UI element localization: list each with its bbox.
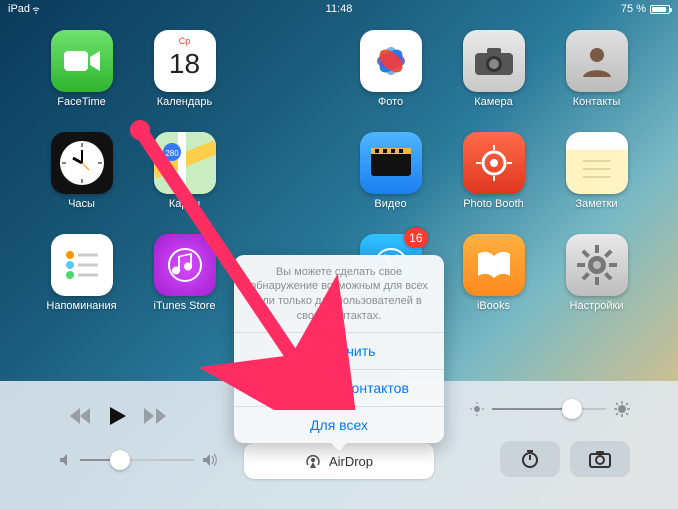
app-settings[interactable]: Настройки <box>545 234 648 312</box>
app-label: Камера <box>474 96 512 108</box>
media-transport <box>70 407 166 425</box>
badge-count: 16 <box>404 228 427 248</box>
volume-low-icon <box>58 453 72 467</box>
photobooth-icon <box>463 132 525 194</box>
airdrop-popover: Вы можете сделать свое обнаружение возмо… <box>234 255 444 443</box>
app-label: Настройки <box>570 300 624 312</box>
app-videos[interactable]: Видео <box>339 132 442 210</box>
airdrop-label: AirDrop <box>329 454 373 469</box>
brightness-low-icon <box>470 402 484 416</box>
clock-icon <box>51 132 113 194</box>
app-label: Заметки <box>575 198 617 210</box>
airdrop-icon <box>305 453 321 469</box>
camera-button[interactable] <box>570 441 630 477</box>
next-track-button[interactable] <box>144 408 166 424</box>
popover-message: Вы можете сделать свое обнаружение возмо… <box>234 255 444 332</box>
airdrop-option-everyone[interactable]: Для всех <box>234 406 444 443</box>
app-calendar[interactable]: Ср 18 Календарь <box>133 30 236 108</box>
airdrop-option-off[interactable]: Выключить <box>234 332 444 369</box>
svg-text:280: 280 <box>165 149 179 158</box>
app-notes[interactable]: Заметки <box>545 132 648 210</box>
app-facetime[interactable]: FaceTime <box>30 30 133 108</box>
app-clock[interactable]: Часы <box>30 132 133 210</box>
brightness-high-icon <box>614 401 630 417</box>
videos-icon <box>360 132 422 194</box>
clock-time: 11:48 <box>0 3 678 15</box>
contacts-icon <box>566 30 628 92</box>
app-label: iBooks <box>477 300 510 312</box>
app-label: Photo Booth <box>463 198 524 210</box>
calendar-weekday: Ср <box>154 36 216 46</box>
app-itunes[interactable]: iTunes Store <box>133 234 236 312</box>
volume-slider[interactable] <box>58 453 218 467</box>
battery-icon <box>650 5 670 14</box>
app-maps[interactable]: 280 Карты <box>133 132 236 210</box>
play-button[interactable] <box>110 407 126 425</box>
camera-icon <box>463 30 525 92</box>
prev-track-button[interactable] <box>70 408 92 424</box>
app-label: Календарь <box>157 96 213 108</box>
status-bar: iPad 11:48 75 % <box>0 0 678 18</box>
app-ibooks[interactable]: iBooks <box>442 234 545 312</box>
app-label: Контакты <box>573 96 621 108</box>
calendar-day: 18 <box>154 48 216 80</box>
app-reminders[interactable]: Напоминания <box>30 234 133 312</box>
brightness-slider[interactable] <box>470 401 630 417</box>
app-label: Фото <box>378 96 403 108</box>
app-label: Часы <box>68 198 95 210</box>
notes-icon <box>566 132 628 194</box>
calendar-icon: Ср 18 <box>154 30 216 92</box>
app-label: FaceTime <box>57 96 106 108</box>
photos-icon <box>360 30 422 92</box>
app-contacts[interactable]: Контакты <box>545 30 648 108</box>
volume-high-icon <box>202 453 218 467</box>
app-photobooth[interactable]: Photo Booth <box>442 132 545 210</box>
reminders-icon <box>51 234 113 296</box>
app-label: Напоминания <box>46 300 116 312</box>
facetime-icon <box>51 30 113 92</box>
maps-icon: 280 <box>154 132 216 194</box>
settings-icon <box>566 234 628 296</box>
app-label: iTunes Store <box>154 300 216 312</box>
app-photos[interactable]: Фото <box>339 30 442 108</box>
app-label: Карты <box>169 198 200 210</box>
timer-button[interactable] <box>500 441 560 477</box>
app-label: Видео <box>374 198 406 210</box>
ibooks-icon <box>463 234 525 296</box>
itunes-icon <box>154 234 216 296</box>
app-camera[interactable]: Камера <box>442 30 545 108</box>
airdrop-option-contacts[interactable]: Только для контактов <box>234 369 444 406</box>
